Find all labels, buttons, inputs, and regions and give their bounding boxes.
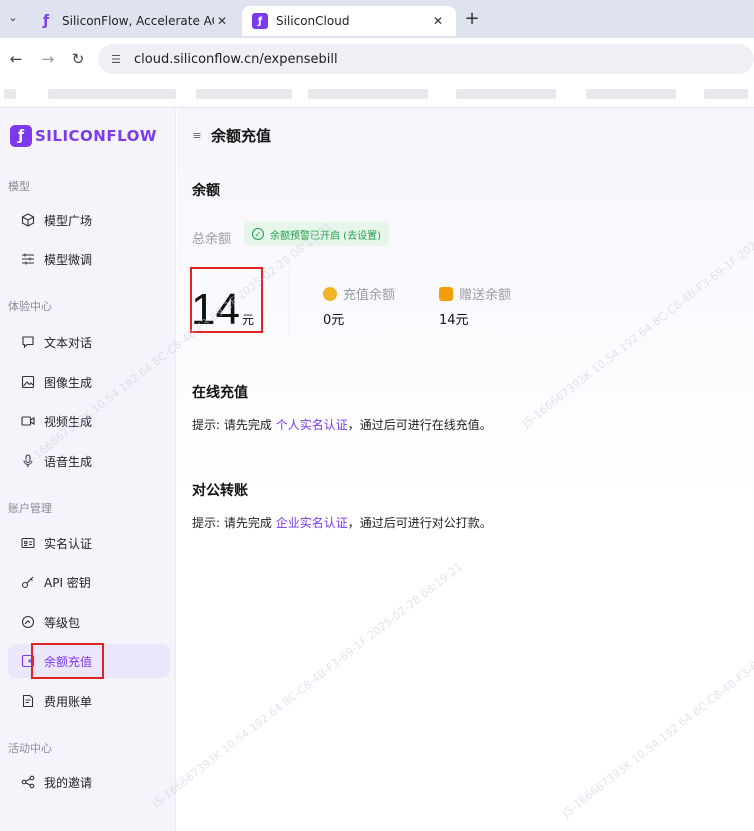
check-circle-icon: ✓ — [252, 228, 264, 240]
gift-balance-stat: 赠送余额 14元 — [439, 284, 511, 328]
gift-icon — [439, 286, 453, 301]
sidebar-item-real-name-auth[interactable]: 实名认证 — [8, 526, 170, 560]
page-header: ≡ 余额充值 — [177, 108, 754, 162]
sidebar-item-label: 图像生成 — [44, 375, 93, 390]
bookmark-item[interactable] — [48, 89, 176, 99]
bookmark-item[interactable] — [308, 89, 428, 99]
id-card-icon — [20, 535, 36, 551]
sidebar-item-label: 模型微调 — [44, 252, 93, 267]
sidebar-section-activity: 活动中心 — [8, 742, 52, 755]
recharge-balance-value: 0元 — [323, 313, 345, 328]
share-icon — [20, 774, 36, 790]
logo-text: SILICONFLOW — [35, 127, 157, 145]
siliconflow-logo-icon: ƒ — [10, 125, 32, 147]
close-tab-icon[interactable]: ✕ — [430, 14, 446, 28]
microphone-icon — [20, 453, 36, 469]
highlight-box-balance — [190, 267, 263, 333]
sidebar-item-video-gen[interactable]: 视频生成 — [8, 404, 170, 438]
bookmarks-bar — [0, 80, 754, 108]
tab-title: SiliconCloud — [276, 14, 350, 28]
sidebar-section-models: 模型 — [8, 180, 30, 193]
gift-balance-value: 14元 — [439, 313, 469, 328]
hint-prefix: 提示: 请先完成 — [192, 516, 272, 530]
forward-arrow-icon[interactable]: → — [38, 49, 58, 69]
sidebar-item-label: 等级包 — [44, 615, 81, 630]
image-icon — [20, 374, 36, 390]
corporate-transfer-heading: 对公转账 — [192, 483, 248, 499]
personal-verification-link[interactable]: 个人实名认证 — [276, 418, 348, 432]
sidebar-item-image-gen[interactable]: 图像生成 — [8, 365, 170, 399]
balance-alert-badge[interactable]: ✓ 余额预警已开启 (去设置) — [244, 222, 389, 246]
sidebar-item-label: 实名认证 — [44, 536, 93, 551]
money-bag-icon — [323, 286, 337, 301]
sidebar-item-text-chat[interactable]: 文本对话 — [8, 325, 170, 359]
video-icon — [20, 413, 36, 429]
divider — [289, 266, 290, 336]
sidebar: ƒ SILICONFLOW 模型 模型广场 模型微调 体验中心 文本对话 图像生… — [0, 108, 176, 831]
highlight-box-recharge — [31, 643, 104, 679]
back-arrow-icon[interactable]: ← — [6, 49, 26, 69]
sidebar-item-model-finetune[interactable]: 模型微调 — [8, 242, 170, 276]
sidebar-item-model-square[interactable]: 模型广场 — [8, 203, 170, 237]
hint-suffix: ，通过后可进行对公打款。 — [347, 516, 492, 530]
sidebar-item-label: 模型广场 — [44, 213, 93, 228]
sidebar-item-label: 语音生成 — [44, 454, 93, 469]
browser-tab-siliconflow[interactable]: ƒ SiliconFlow, Accelerate AGI fo ✕ — [28, 6, 240, 36]
browser-tab-bar: ⌄ ƒ SiliconFlow, Accelerate AGI fo ✕ ƒ S… — [0, 0, 754, 38]
gauge-icon — [20, 614, 36, 630]
browser-tab-siliconcloud[interactable]: ƒ SiliconCloud ✕ — [242, 6, 456, 36]
sidebar-item-label: 费用账单 — [44, 694, 93, 709]
chat-icon — [20, 334, 36, 350]
main-content: ≡ 余额充值 余额 总余额 ✓ 余额预警已开启 (去设置) 14 元 充值余额 … — [177, 108, 754, 831]
url-input[interactable]: ☰ cloud.siliconflow.cn/expensebill — [98, 44, 754, 74]
sliders-icon — [20, 251, 36, 267]
sidebar-item-api-keys[interactable]: API 密钥 — [8, 565, 170, 599]
new-tab-icon[interactable]: + — [462, 10, 482, 30]
key-icon — [20, 574, 36, 590]
sidebar-item-label: 我的邀请 — [44, 775, 93, 790]
address-bar: ← → ↻ ☰ cloud.siliconflow.cn/expensebill — [0, 38, 754, 80]
sidebar-item-label: 视频生成 — [44, 414, 93, 429]
corporate-transfer-hint: 提示: 请先完成 企业实名认证，通过后可进行对公打款。 — [192, 514, 492, 531]
sidebar-section-account: 账户管理 — [8, 502, 52, 515]
recharge-balance-label: 充值余额 — [343, 288, 396, 303]
sidebar-item-voice-gen[interactable]: 语音生成 — [8, 444, 170, 478]
siliconcloud-favicon-icon: ƒ — [252, 13, 268, 29]
site-settings-icon[interactable]: ☰ — [108, 53, 124, 66]
bookmark-item[interactable] — [704, 89, 748, 99]
tab-title: SiliconFlow, Accelerate AGI fo — [62, 14, 214, 28]
bookmark-item[interactable] — [456, 89, 556, 99]
bookmark-item[interactable] — [586, 89, 676, 99]
sidebar-section-experience: 体验中心 — [8, 300, 52, 313]
siliconflow-favicon-icon: ƒ — [42, 13, 50, 29]
gift-balance-label: 赠送余额 — [459, 288, 512, 303]
bookmark-item[interactable] — [196, 89, 292, 99]
hint-suffix: ，通过后可进行在线充值。 — [347, 418, 492, 432]
alert-badge-text: 余额预警已开启 (去设置) — [270, 230, 381, 242]
hint-prefix: 提示: 请先完成 — [192, 418, 272, 432]
siliconflow-logo[interactable]: ƒ SILICONFLOW — [10, 124, 160, 148]
url-text: cloud.siliconflow.cn/expensebill — [134, 51, 338, 67]
balance-heading: 余额 — [192, 183, 220, 199]
sidebar-item-label: API 密钥 — [44, 575, 91, 590]
bookmark-item[interactable] — [4, 89, 16, 99]
recharge-balance-stat: 充值余额 0元 — [323, 284, 395, 328]
cube-icon — [20, 212, 36, 228]
online-recharge-heading: 在线充值 — [192, 385, 248, 401]
total-balance-label: 总余额 — [192, 232, 232, 247]
sidebar-item-label: 文本对话 — [44, 335, 93, 350]
enterprise-verification-link[interactable]: 企业实名认证 — [276, 516, 348, 530]
close-tab-icon[interactable]: ✕ — [214, 14, 230, 28]
online-recharge-hint: 提示: 请先完成 个人实名认证，通过后可进行在线充值。 — [192, 416, 492, 433]
sidebar-item-expense-bill[interactable]: 费用账单 — [8, 684, 170, 718]
collapse-menu-icon[interactable]: ≡ — [189, 129, 205, 142]
bill-icon — [20, 693, 36, 709]
sidebar-item-level-package[interactable]: 等级包 — [8, 605, 170, 639]
tab-list-chevron-icon[interactable]: ⌄ — [4, 9, 22, 27]
reload-icon[interactable]: ↻ — [68, 49, 88, 69]
sidebar-item-my-invites[interactable]: 我的邀请 — [8, 765, 170, 799]
page-title: 余额充值 — [211, 126, 272, 145]
